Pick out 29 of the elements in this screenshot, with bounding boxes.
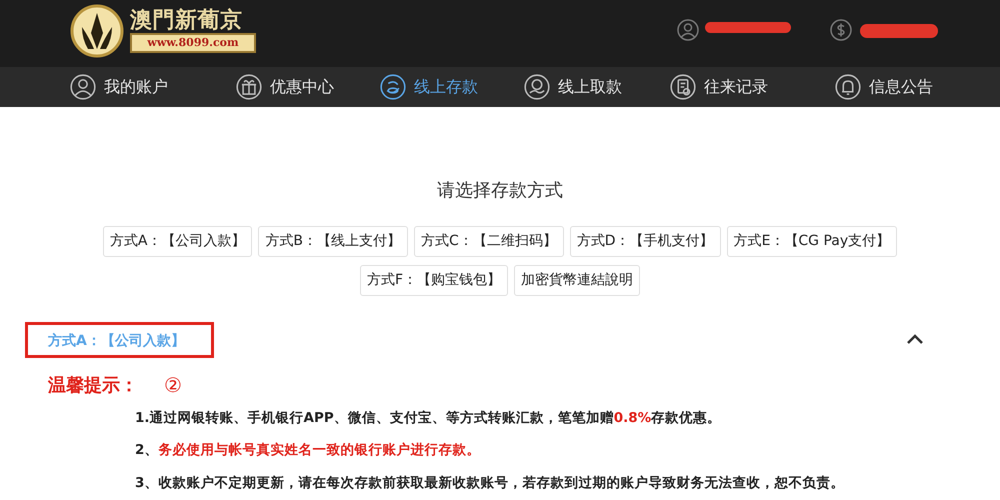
method-tab[interactable]: 加密貨幣連結說明 — [514, 265, 640, 296]
user-icon — [677, 19, 699, 41]
brand-name: 澳門新葡京 — [130, 6, 243, 35]
method-tab[interactable]: 方式B：【线上支付】 — [258, 226, 408, 257]
nav-tab[interactable]: 优惠中心 — [236, 74, 334, 100]
notice-line: 1.通过网银转账、手机银行APP、微信、支付宝、等方式转账汇款，笔笔加赠0.8%存款优惠。 — [135, 409, 722, 428]
method-tab[interactable]: 方式F：【购宝钱包】 — [360, 265, 508, 296]
notice-line: 2、务必使用与帐号真实姓名一致的银行账户进行存款。 — [135, 441, 482, 460]
logo-icon — [70, 3, 124, 59]
nav-tab[interactable]: 线上存款 — [380, 74, 478, 100]
document-icon — [670, 74, 696, 100]
tips-heading: 温馨提示： — [48, 374, 138, 398]
gift-icon — [236, 74, 262, 100]
nav-tab[interactable]: 信息公告 — [835, 74, 933, 100]
method-tab[interactable]: 方式D：【手机支付】 — [570, 226, 721, 257]
chevron-up-icon[interactable] — [906, 333, 924, 345]
nav-tab[interactable]: 线上取款 — [524, 74, 622, 100]
bell-icon — [835, 74, 861, 100]
method-tab[interactable]: 方式A：【公司入款】 — [102, 226, 252, 257]
nav-tab[interactable]: 往来记录 — [670, 74, 768, 100]
method-tab[interactable]: 方式C：【二维扫码】 — [414, 226, 564, 257]
dollar-icon — [830, 19, 852, 41]
method-tab[interactable]: 方式E：【CG Pay支付】 — [726, 226, 898, 257]
nav-tab[interactable]: 我的账户 — [70, 74, 168, 100]
notice-line: 3、收款账户不定期更新，请在每次存款前获取最新收款账号，若存款到过期的账户导致财务无法查收，恕不负责。 — [135, 474, 846, 492]
site-url: www.8099.com — [130, 33, 256, 53]
annotation-number: ② — [164, 372, 182, 399]
page-title: 请选择存款方式 — [436, 179, 564, 203]
user-icon — [70, 74, 96, 100]
